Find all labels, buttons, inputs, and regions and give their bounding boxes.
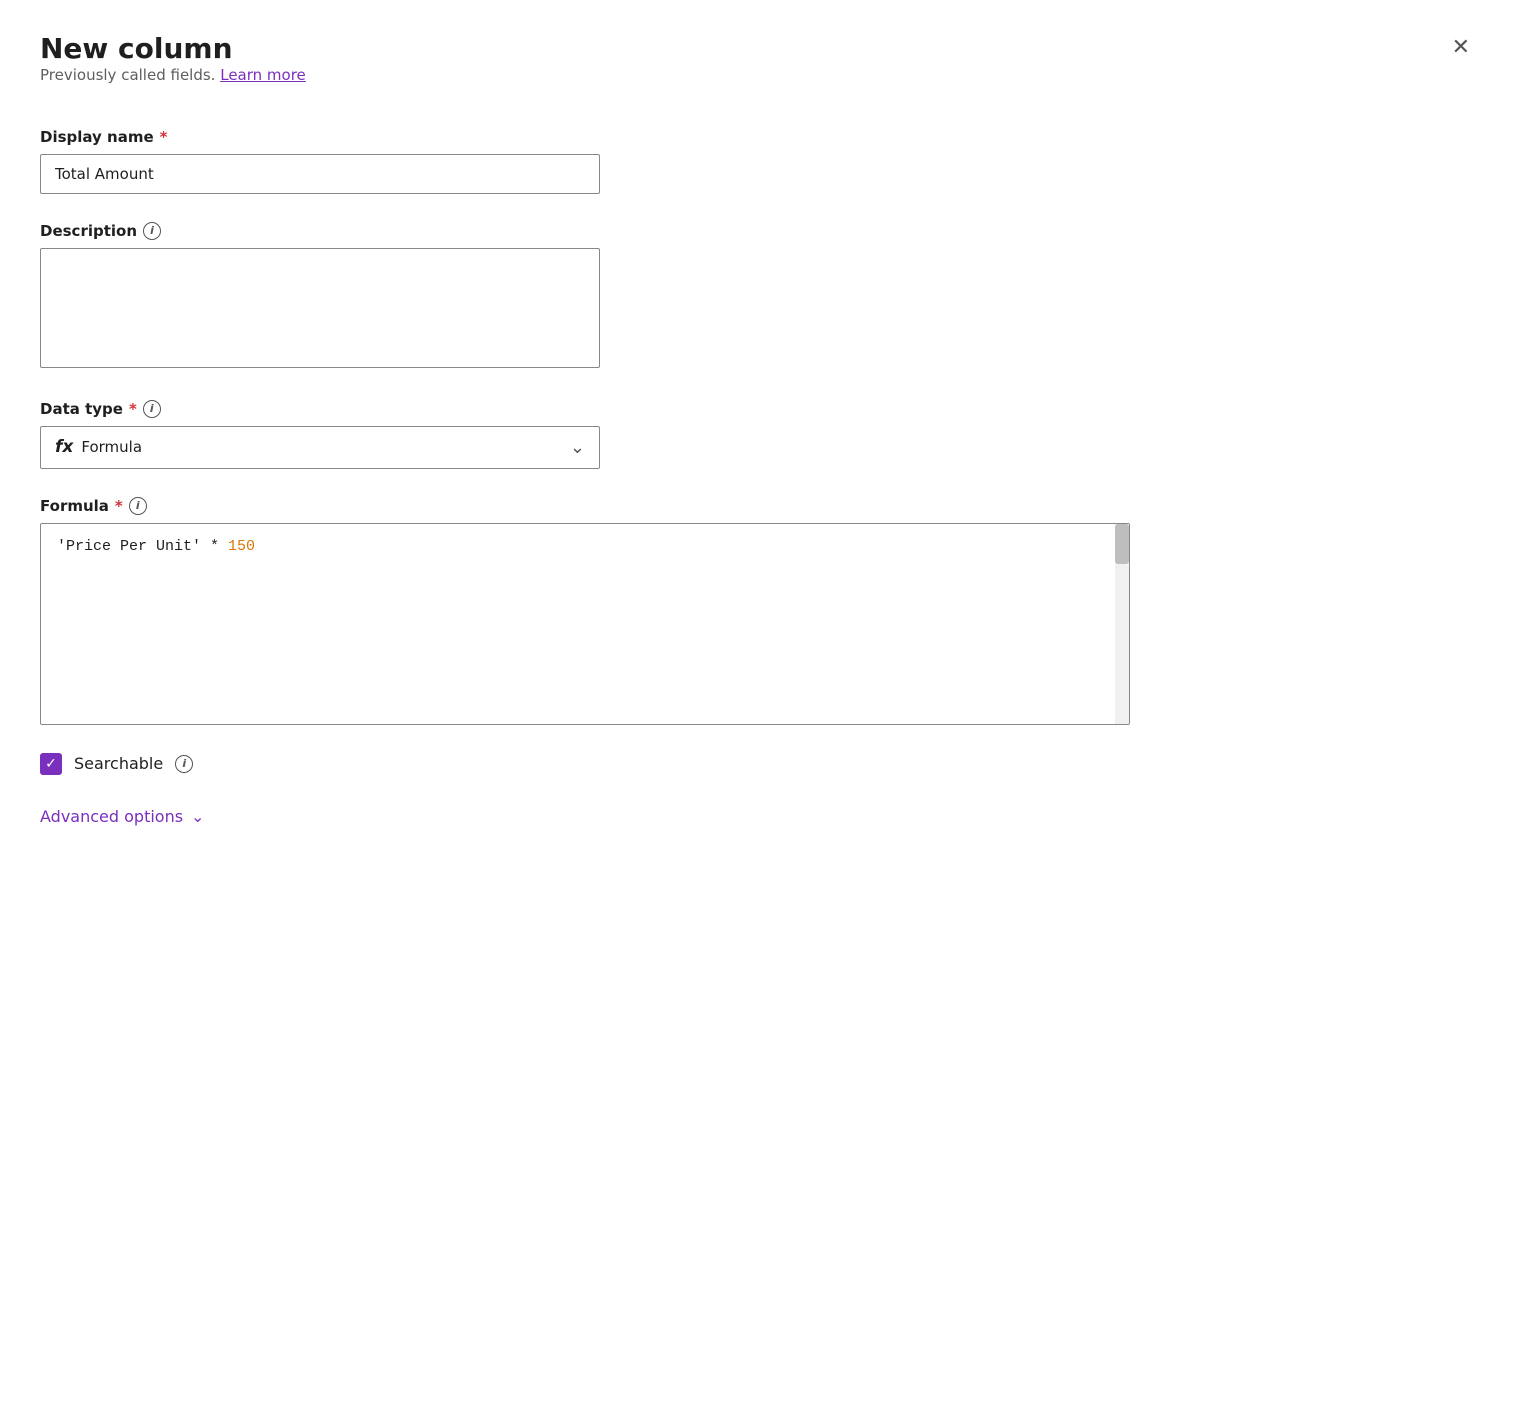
data-type-required: * xyxy=(129,400,137,418)
formula-label: Formula * i xyxy=(40,497,1474,515)
data-type-select[interactable]: fx Formula ⌄ xyxy=(40,426,600,469)
data-type-value: Formula xyxy=(81,438,142,456)
checkmark-icon: ✓ xyxy=(45,757,57,771)
formula-inner: 'Price Per Unit' * 150 xyxy=(41,524,1129,724)
searchable-checkbox[interactable]: ✓ xyxy=(40,753,62,775)
data-type-label: Data type * i xyxy=(40,400,1474,418)
learn-more-link[interactable]: Learn more xyxy=(220,66,306,84)
display-name-label: Display name * xyxy=(40,128,1474,146)
searchable-label: Searchable xyxy=(74,754,163,773)
description-textarea[interactable] xyxy=(40,248,600,368)
formula-group: Formula * i 'Price Per Unit' * 150 xyxy=(40,497,1474,725)
advanced-options-link[interactable]: Advanced options xyxy=(40,807,183,826)
formula-info-icon[interactable]: i xyxy=(129,497,147,515)
formula-number-part: 150 xyxy=(228,538,255,555)
description-info-icon[interactable]: i xyxy=(143,222,161,240)
panel-header: New column Previously called fields. Lea… xyxy=(40,32,1474,120)
data-type-info-icon[interactable]: i xyxy=(143,400,161,418)
panel-subtitle: Previously called fields. Learn more xyxy=(40,66,306,84)
data-type-select-inner: fx Formula xyxy=(55,437,142,457)
searchable-info-icon[interactable]: i xyxy=(175,755,193,773)
display-name-input[interactable] xyxy=(40,154,600,194)
description-label: Description i xyxy=(40,222,1474,240)
searchable-row: ✓ Searchable i xyxy=(40,753,1474,775)
close-button[interactable]: ✕ xyxy=(1448,32,1474,62)
formula-string-part: 'Price Per Unit' * xyxy=(57,538,228,555)
display-name-group: Display name * xyxy=(40,128,1474,194)
new-column-panel: New column Previously called fields. Lea… xyxy=(0,0,1514,1412)
formula-display[interactable]: 'Price Per Unit' * 150 xyxy=(41,524,1129,724)
description-group: Description i xyxy=(40,222,1474,372)
data-type-group: Data type * i fx Formula ⌄ xyxy=(40,400,1474,469)
advanced-options-row[interactable]: Advanced options ⌄ xyxy=(40,807,1474,826)
formula-required: * xyxy=(115,497,123,515)
formula-scrollbar-track xyxy=(1115,524,1129,724)
formula-wrapper: 'Price Per Unit' * 150 xyxy=(40,523,1130,725)
advanced-options-chevron-icon: ⌄ xyxy=(191,807,204,826)
panel-title: New column xyxy=(40,32,306,66)
panel-title-area: New column Previously called fields. Lea… xyxy=(40,32,306,120)
fx-icon: fx xyxy=(55,437,73,457)
display-name-required: * xyxy=(160,128,168,146)
data-type-chevron-icon: ⌄ xyxy=(570,437,585,458)
formula-scrollbar-thumb xyxy=(1115,524,1129,564)
